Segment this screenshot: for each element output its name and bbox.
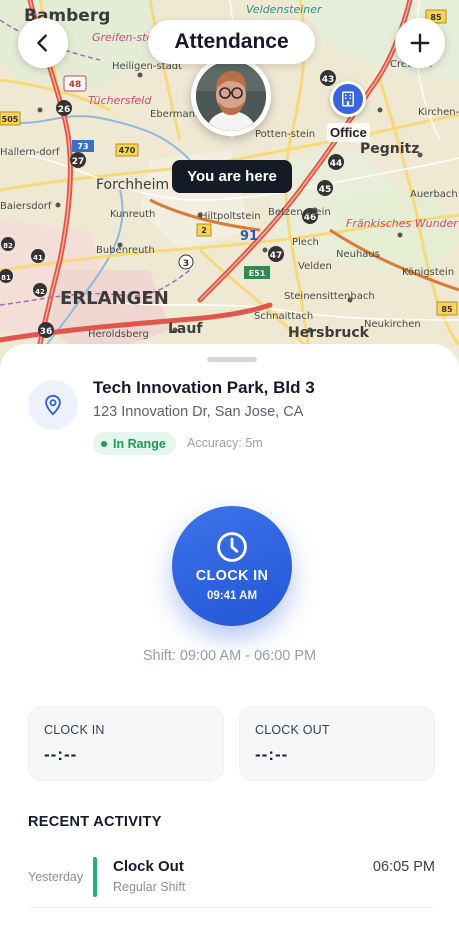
map-label-hersbruck: Hersbruck: [288, 325, 369, 341]
map-label-velden: Velden: [298, 261, 332, 272]
map-label-pegnitz: Pegnitz: [360, 141, 420, 157]
svg-text:45: 45: [319, 185, 332, 195]
user-location-marker[interactable]: [191, 56, 271, 136]
clock-icon: [217, 532, 247, 562]
svg-text:85: 85: [441, 305, 453, 314]
map-label-auerbach: Auerbach: [410, 189, 458, 200]
map-label-kirchen: Kirchen-thumbach: [418, 107, 459, 118]
map-label-lauf: Lauf: [168, 321, 203, 337]
map-label-hiltpolt: Hiltpoltstein: [200, 211, 261, 222]
map-label-bubenreuth: Bubenreuth: [96, 245, 155, 256]
location-name: Tech Innovation Park, Bld 3: [93, 378, 315, 397]
clock-out-card: CLOCK OUT --:--: [239, 706, 435, 781]
clock-out-card-value: --:--: [255, 745, 289, 764]
you-are-here-tooltip: You are here: [172, 160, 292, 193]
location-address: 123 Innovation Dr, San Jose, CA: [93, 404, 304, 420]
sheet-drag-handle[interactable]: [207, 357, 257, 362]
map-pin-icon: [45, 394, 61, 416]
back-button[interactable]: [18, 18, 68, 68]
svg-text:E51: E51: [249, 269, 266, 278]
clock-in-card-value: --:--: [44, 745, 78, 764]
status-dot-icon: [101, 440, 107, 447]
map-label-tuechersfeld: Tüchersfeld: [88, 94, 152, 107]
building-icon: [342, 91, 354, 107]
gps-accuracy: Accuracy: 5m: [187, 436, 263, 450]
office-pin[interactable]: [330, 81, 366, 117]
map-label-kunreuth: Kunreuth: [110, 209, 156, 220]
map-label-heroldsberg: Heroldsberg: [88, 329, 149, 340]
svg-text:44: 44: [330, 159, 343, 169]
svg-text:42: 42: [35, 288, 45, 296]
map-label-schnaittach: Schnaittach: [254, 311, 314, 322]
activity-accent-bar: [93, 857, 97, 897]
activity-title: Clock Out: [113, 858, 184, 875]
activity-time: 06:05 PM: [372, 859, 435, 875]
svg-text:27: 27: [72, 157, 85, 167]
svg-text:3: 3: [183, 259, 189, 269]
clock-in-button[interactable]: CLOCK IN 09:41 AM: [172, 506, 292, 626]
chevron-left-icon: [37, 34, 47, 52]
map-label-baiersdorf: Baiersdorf: [0, 201, 52, 212]
clock-out-card-label: CLOCK OUT: [255, 723, 330, 737]
plus-icon: [410, 33, 430, 53]
svg-text:82: 82: [3, 242, 13, 250]
svg-text:36: 36: [40, 327, 53, 337]
map-label-neuhaus: Neuhaus: [336, 249, 380, 260]
map-view[interactable]: 48 26 505 27 73 470 2 91 44 43 E51 85 85…: [0, 0, 459, 370]
map-label-koenigstein: Königstein: [402, 267, 455, 278]
office-label: Office: [327, 123, 370, 142]
map-label-franken: Fränkisches Wunder: [346, 217, 458, 230]
current-time: 09:41 AM: [206, 590, 258, 602]
activity-day: Yesterday: [28, 870, 84, 884]
map-label-betzenstein: Betzen-stein: [268, 207, 331, 218]
clock-in-button-label: CLOCK IN: [195, 568, 269, 584]
svg-text:26: 26: [58, 105, 71, 115]
svg-text:470: 470: [119, 146, 136, 155]
location-icon-badge: [28, 380, 78, 430]
map-label-neukirchen: Neukirchen: [364, 319, 421, 330]
recent-activity-heading: RECENT ACTIVITY: [28, 814, 162, 830]
avatar: [196, 61, 266, 131]
bottom-sheet: Tech Innovation Park, Bld 3 123 Innovati…: [0, 344, 459, 943]
map-label-hallern: Hallern-dorf: [0, 147, 60, 158]
activity-subtitle: Regular Shift: [113, 880, 186, 894]
status-badge-label: In Range: [113, 436, 166, 451]
svg-text:91: 91: [240, 229, 258, 244]
map-label-veldensteiner: Veldensteiner: [246, 3, 322, 16]
svg-text:43: 43: [322, 75, 335, 85]
svg-text:47: 47: [270, 251, 283, 261]
map-label-plech: Plech: [292, 237, 319, 248]
clock-in-card-label: CLOCK IN: [44, 723, 105, 737]
shift-hours: Shift: 09:00 AM - 06:00 PM: [142, 648, 317, 664]
svg-text:81: 81: [1, 274, 11, 282]
svg-text:41: 41: [33, 254, 43, 262]
svg-text:505: 505: [2, 115, 19, 124]
map-label-erlangen: ERLANGEN: [60, 288, 169, 309]
page-title: Attendance: [148, 20, 315, 64]
map-label-forchheim: Forchheim: [96, 177, 170, 193]
map-label-pottenstein: Potten-stein: [255, 129, 316, 140]
add-button[interactable]: [395, 18, 445, 68]
avatar-image: [196, 61, 266, 131]
svg-text:48: 48: [69, 80, 82, 90]
svg-text:2: 2: [201, 226, 207, 235]
clock-in-card: CLOCK IN --:--: [28, 706, 224, 781]
svg-text:73: 73: [77, 142, 88, 151]
list-item[interactable]: Yesterday Clock Out Regular Shift 06:05 …: [28, 852, 435, 908]
status-badge: In Range: [93, 432, 176, 455]
map-label-steinensitt: Steinensittenbach: [284, 291, 375, 302]
